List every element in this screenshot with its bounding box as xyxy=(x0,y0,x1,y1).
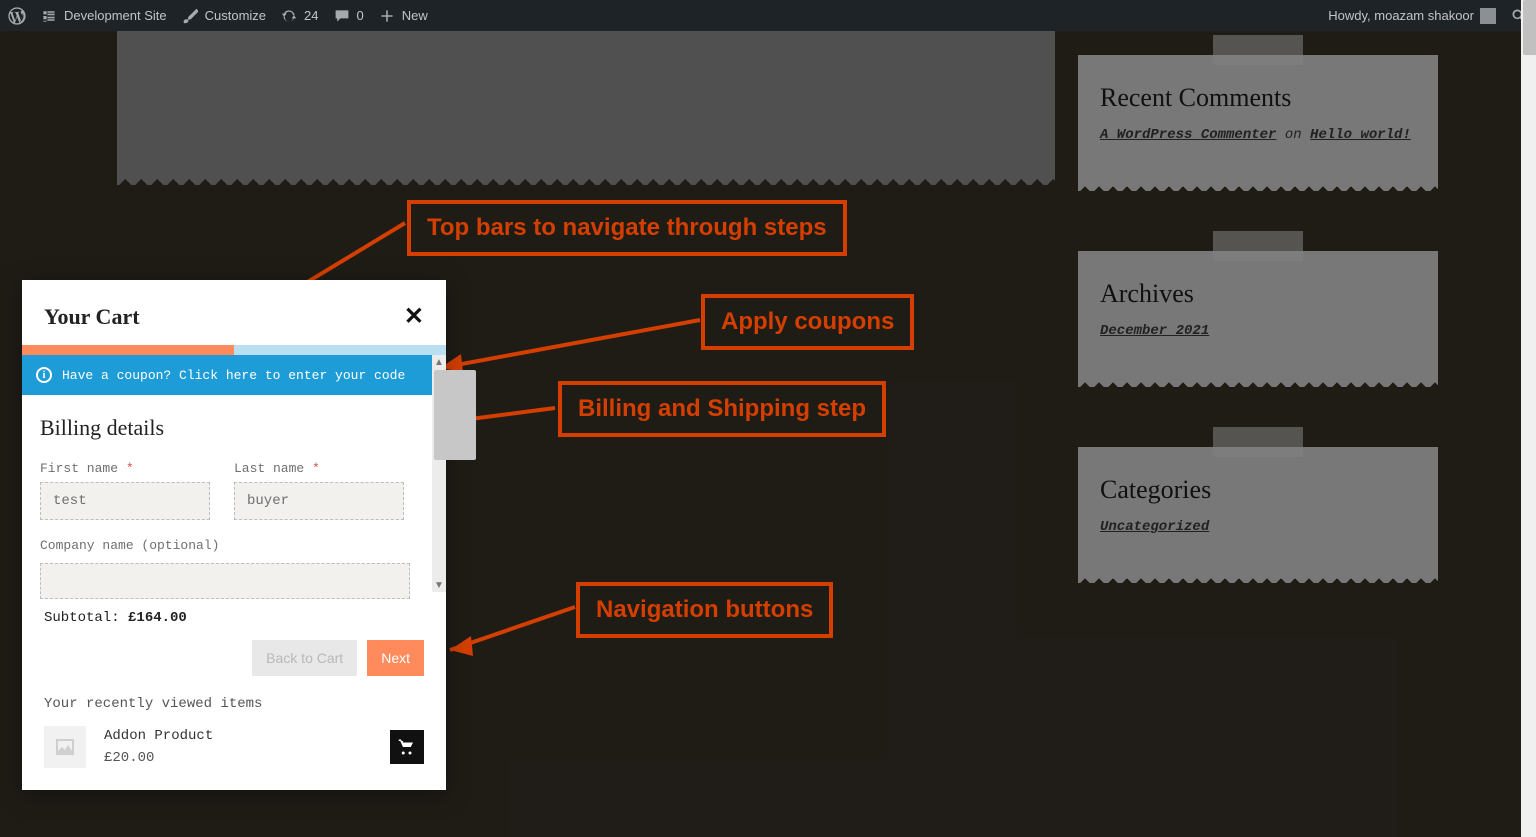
annotation-apply-coupons: Apply coupons xyxy=(701,294,914,350)
product-thumbnail xyxy=(44,726,86,768)
step-tab-2[interactable] xyxy=(234,345,446,355)
scrollbar-thumb[interactable] xyxy=(1523,0,1536,55)
billing-area: Billing details First name * Last name *… xyxy=(22,395,432,622)
brush-icon xyxy=(181,7,199,25)
site-name: Development Site xyxy=(64,8,167,23)
add-to-cart-button[interactable] xyxy=(390,730,424,764)
last-name-input[interactable] xyxy=(234,482,404,520)
required-star: * xyxy=(312,461,320,476)
annotation-billing-step: Billing and Shipping step xyxy=(558,381,886,437)
comments-count: 0 xyxy=(357,8,364,23)
new-label: New xyxy=(402,8,428,23)
coupon-text: Have a coupon? Click here to enter your … xyxy=(62,368,405,383)
last-name-label: Last name * xyxy=(234,461,404,476)
next-button[interactable]: Next xyxy=(367,640,424,676)
last-name-label-text: Last name xyxy=(234,461,304,476)
required-star: * xyxy=(126,461,134,476)
company-field-wrap: Company name (optional) xyxy=(40,538,410,604)
annotation-nav-buttons: Navigation buttons xyxy=(576,582,833,638)
new-link[interactable]: New xyxy=(378,7,428,25)
cart-scrollbar[interactable]: ▲ ▼ xyxy=(432,355,446,592)
avatar xyxy=(1480,8,1496,24)
dashboard-icon xyxy=(40,7,58,25)
cart-panel: Your Cart ✕ ▲ ▼ i Have a coupon? Click h… xyxy=(22,280,446,790)
howdy-text: Howdy, moazam shakoor xyxy=(1328,8,1474,23)
first-name-field-wrap: First name * xyxy=(40,461,210,520)
first-name-label-text: First name xyxy=(40,461,118,476)
scroll-up-arrow[interactable]: ▲ xyxy=(432,355,446,369)
arrow-nav-buttons xyxy=(435,602,585,667)
recently-viewed-info: Addon Product £20.00 xyxy=(104,728,213,766)
first-name-label: First name * xyxy=(40,461,210,476)
site-name-link[interactable]: Development Site xyxy=(40,7,167,25)
last-name-field-wrap: Last name * xyxy=(234,461,404,520)
coupon-toggle[interactable]: i Have a coupon? Click here to enter you… xyxy=(22,355,432,395)
cart-scroll-area: ▲ ▼ i Have a coupon? Click here to enter… xyxy=(22,355,446,592)
info-icon: i xyxy=(36,367,52,383)
first-name-input[interactable] xyxy=(40,482,210,520)
updates-link[interactable]: 24 xyxy=(280,7,318,25)
recent-product-price: £20.00 xyxy=(104,750,154,766)
billing-title: Billing details xyxy=(40,415,410,441)
cart-title: Your Cart xyxy=(44,304,140,330)
recently-viewed-title: Your recently viewed items xyxy=(44,696,424,712)
comments-link[interactable]: 0 xyxy=(333,7,364,25)
step-tab-1[interactable] xyxy=(22,345,234,355)
scroll-down-arrow[interactable]: ▼ xyxy=(432,578,446,592)
wordpress-icon xyxy=(8,7,26,25)
wp-admin-bar: Development Site Customize 24 0 New xyxy=(0,0,1536,31)
wp-logo[interactable] xyxy=(8,7,26,25)
cart-close-button[interactable]: ✕ xyxy=(404,302,424,331)
annotation-top-bars: Top bars to navigate through steps xyxy=(407,200,847,256)
back-to-cart-button[interactable]: Back to Cart xyxy=(252,640,357,676)
comment-icon xyxy=(333,7,351,25)
company-label: Company name (optional) xyxy=(40,538,410,553)
update-icon xyxy=(280,7,298,25)
howdy-account[interactable]: Howdy, moazam shakoor xyxy=(1328,8,1496,24)
company-input[interactable] xyxy=(40,563,410,599)
recent-product-name: Addon Product xyxy=(104,728,213,744)
updates-count: 24 xyxy=(304,8,318,23)
customize-label: Customize xyxy=(205,8,266,23)
plus-icon xyxy=(378,7,396,25)
browser-scrollbar[interactable] xyxy=(1521,0,1536,837)
recently-viewed-row: Addon Product £20.00 xyxy=(44,726,424,768)
cart-scrollbar-thumb[interactable] xyxy=(434,370,476,460)
customize-link[interactable]: Customize xyxy=(181,7,266,25)
checkout-step-bar[interactable] xyxy=(22,345,446,355)
